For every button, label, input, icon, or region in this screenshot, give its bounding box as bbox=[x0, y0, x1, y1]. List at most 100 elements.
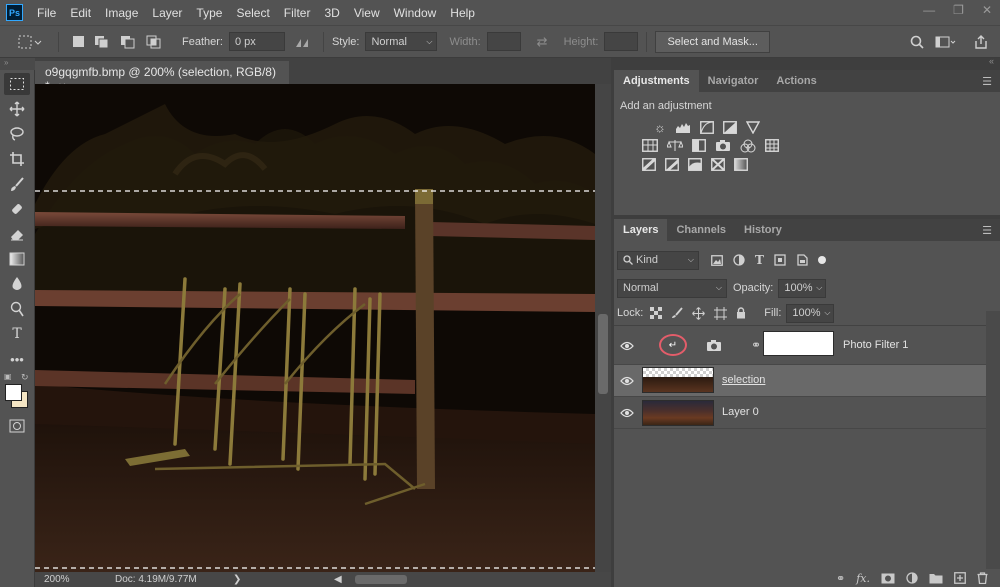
toolbar-collapse[interactable]: » bbox=[0, 58, 35, 70]
swap-dimensions-icon[interactable]: ⇄ bbox=[537, 34, 548, 50]
image-canvas[interactable] bbox=[35, 84, 595, 572]
layer-name-selection[interactable]: selection bbox=[722, 374, 765, 386]
gradient-map-icon[interactable] bbox=[734, 158, 748, 171]
layer-row-photo-filter[interactable]: ↵ ⚭ Photo Filter 1 bbox=[614, 327, 986, 365]
collapse-panels-icon[interactable]: « bbox=[989, 56, 994, 66]
vertical-scrollbar[interactable] bbox=[595, 84, 611, 572]
type-tool[interactable]: T bbox=[4, 323, 30, 345]
visibility-eye-icon[interactable] bbox=[620, 408, 634, 418]
anti-alias-icon[interactable] bbox=[295, 36, 313, 48]
status-menu-arrow-icon[interactable]: ❯ bbox=[233, 574, 241, 585]
lock-artboard-icon[interactable] bbox=[714, 306, 728, 320]
layer-row-layer-0[interactable]: Layer 0 bbox=[614, 397, 986, 429]
width-input[interactable] bbox=[486, 32, 521, 51]
menu-filter[interactable]: Filter bbox=[284, 6, 311, 20]
selective-color-icon[interactable] bbox=[711, 158, 725, 171]
visibility-eye-icon[interactable] bbox=[620, 341, 634, 351]
delete-layer-icon[interactable] bbox=[977, 572, 988, 584]
layers-panel-menu-icon[interactable]: ☰ bbox=[982, 224, 992, 237]
layer-thumbnail-layer-0[interactable] bbox=[642, 400, 714, 426]
menu-view[interactable]: View bbox=[354, 6, 380, 20]
fill-input[interactable]: 100% ⌵ bbox=[786, 303, 835, 323]
minimize-icon[interactable]: — bbox=[923, 3, 935, 17]
invert-icon[interactable] bbox=[642, 158, 656, 171]
exposure-icon[interactable] bbox=[722, 121, 737, 134]
height-input[interactable] bbox=[604, 32, 639, 51]
menu-image[interactable]: Image bbox=[105, 6, 138, 20]
zoom-level[interactable]: 200% bbox=[44, 574, 70, 585]
add-mask-icon[interactable] bbox=[881, 573, 895, 584]
layers-scrollbar[interactable] bbox=[986, 311, 1000, 573]
menu-help[interactable]: Help bbox=[450, 6, 475, 20]
document-tab[interactable]: o9gqgmfb.bmp @ 200% (selection, RGB/8) *… bbox=[35, 61, 289, 93]
tab-channels[interactable]: Channels bbox=[667, 219, 735, 241]
menu-file[interactable]: File bbox=[37, 6, 56, 20]
color-lookup-icon[interactable] bbox=[765, 139, 779, 152]
visibility-eye-icon[interactable] bbox=[620, 376, 634, 386]
curves-icon[interactable] bbox=[699, 121, 714, 134]
photo-filter-layer-icon[interactable] bbox=[706, 339, 722, 352]
horizontal-scroll-thumb[interactable] bbox=[355, 575, 407, 584]
default-colors-icon[interactable]: ▣ bbox=[4, 372, 12, 381]
layer-thumbnail-selection[interactable] bbox=[642, 367, 714, 393]
tab-actions[interactable]: Actions bbox=[767, 70, 825, 92]
quick-mask-icon[interactable] bbox=[4, 415, 30, 437]
subtract-selection-icon[interactable] bbox=[120, 35, 136, 49]
filter-adjustment-icon[interactable] bbox=[733, 254, 745, 266]
new-layer-icon[interactable] bbox=[954, 572, 966, 584]
menu-window[interactable]: Window bbox=[394, 6, 437, 20]
layer-name-photo-filter[interactable]: Photo Filter 1 bbox=[843, 339, 908, 351]
posterize-icon[interactable] bbox=[665, 158, 679, 171]
filter-shape-icon[interactable] bbox=[774, 254, 786, 266]
channel-mixer-icon[interactable] bbox=[740, 139, 756, 153]
new-adjustment-layer-icon[interactable] bbox=[906, 572, 918, 584]
menu-edit[interactable]: Edit bbox=[70, 6, 91, 20]
scroll-left-icon[interactable]: ◀ bbox=[334, 574, 342, 585]
move-tool[interactable] bbox=[4, 98, 30, 120]
menu-type[interactable]: Type bbox=[196, 6, 222, 20]
foreground-color-swatch[interactable] bbox=[5, 384, 22, 401]
menu-3d[interactable]: 3D bbox=[324, 6, 339, 20]
brightness-contrast-icon[interactable]: ☼ bbox=[654, 121, 666, 134]
eraser-tool[interactable] bbox=[4, 223, 30, 245]
black-white-icon[interactable] bbox=[692, 139, 706, 152]
gradient-tool[interactable] bbox=[4, 248, 30, 270]
photo-filter-icon[interactable] bbox=[715, 139, 731, 152]
layer-style-fx-icon[interactable]: fx. bbox=[856, 572, 870, 585]
menu-select[interactable]: Select bbox=[236, 6, 269, 20]
clipping-mask-arrow-icon[interactable]: ↵ bbox=[669, 340, 677, 351]
lock-position-icon[interactable] bbox=[692, 306, 706, 320]
layer-name-layer-0[interactable]: Layer 0 bbox=[722, 406, 759, 418]
chain-link-icon[interactable]: ⚭ bbox=[751, 338, 761, 352]
search-icon[interactable] bbox=[910, 35, 924, 49]
layer-row-selection[interactable]: selection bbox=[614, 365, 986, 397]
crop-tool[interactable] bbox=[4, 148, 30, 170]
threshold-icon[interactable] bbox=[688, 158, 702, 171]
tab-history[interactable]: History bbox=[735, 219, 791, 241]
brush-tool[interactable] bbox=[4, 173, 30, 195]
filter-smart-object-icon[interactable] bbox=[796, 254, 808, 266]
filter-pixel-icon[interactable] bbox=[711, 254, 723, 266]
lasso-tool[interactable] bbox=[4, 123, 30, 145]
filter-toggle-icon[interactable] bbox=[817, 256, 826, 264]
share-icon[interactable] bbox=[974, 34, 988, 49]
lock-transparent-pixels-icon[interactable] bbox=[650, 307, 663, 319]
menu-layer[interactable]: Layer bbox=[152, 6, 182, 20]
feather-input[interactable]: 0 px bbox=[228, 32, 285, 51]
dodge-tool[interactable] bbox=[4, 298, 30, 320]
add-selection-icon[interactable] bbox=[94, 35, 110, 49]
rectangular-marquee-tool[interactable] bbox=[4, 73, 30, 95]
link-layers-icon[interactable]: ⚭ bbox=[836, 572, 845, 585]
filter-type-icon[interactable]: T bbox=[755, 253, 764, 267]
style-select[interactable]: Normal ⌵ bbox=[365, 32, 438, 51]
more-tools-icon[interactable]: ••• bbox=[4, 348, 30, 370]
tab-navigator[interactable]: Navigator bbox=[699, 70, 768, 92]
close-icon[interactable]: ✕ bbox=[982, 3, 992, 17]
lock-image-pixels-icon[interactable] bbox=[671, 307, 683, 319]
healing-brush-tool[interactable] bbox=[4, 198, 30, 220]
select-and-mask-button[interactable]: Select and Mask... bbox=[655, 30, 770, 53]
panel-menu-icon[interactable]: ☰ bbox=[982, 75, 992, 88]
filter-kind-select[interactable]: Kind ⌵ bbox=[617, 250, 699, 270]
tab-adjustments[interactable]: Adjustments bbox=[614, 70, 699, 92]
blur-tool[interactable] bbox=[4, 273, 30, 295]
